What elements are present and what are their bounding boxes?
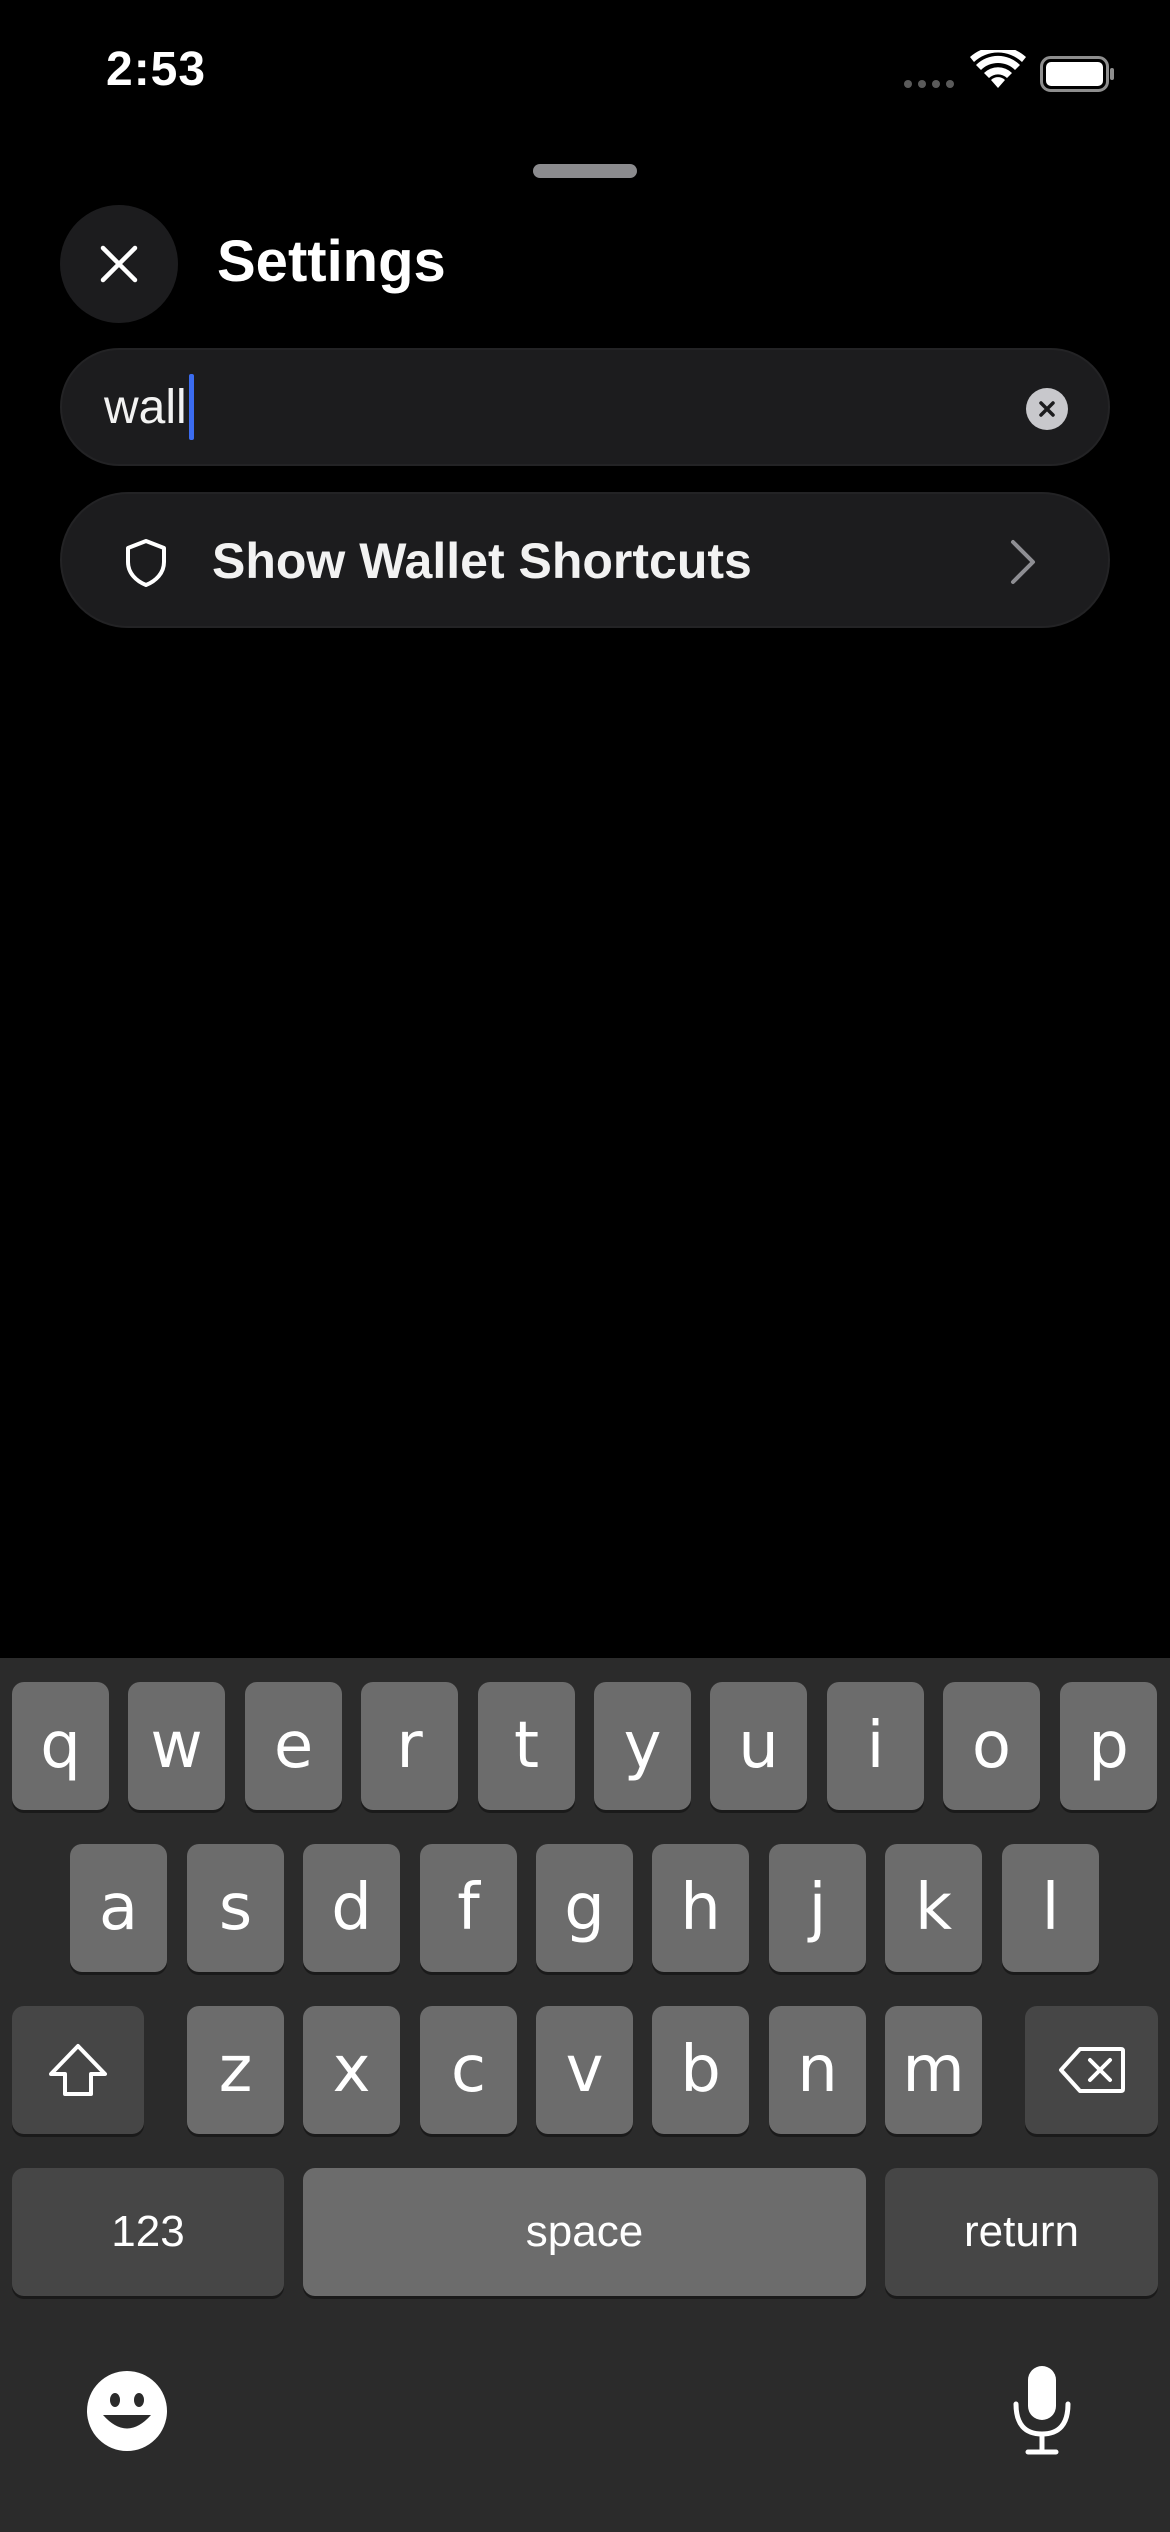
battery-icon bbox=[1040, 56, 1114, 92]
search-result-label: Show Wallet Shortcuts bbox=[212, 533, 752, 589]
key-b[interactable]: b bbox=[652, 2006, 749, 2134]
close-icon bbox=[100, 245, 138, 283]
key-a[interactable]: a bbox=[70, 1844, 167, 1972]
key-h[interactable]: h bbox=[652, 1844, 749, 1972]
space-key[interactable]: space bbox=[303, 2168, 866, 2296]
key-i[interactable]: i bbox=[827, 1682, 924, 1810]
close-button[interactable] bbox=[60, 205, 178, 323]
shield-icon bbox=[126, 539, 166, 587]
key-v[interactable]: v bbox=[536, 2006, 633, 2134]
key-p[interactable]: p bbox=[1060, 1682, 1157, 1810]
key-l[interactable]: l bbox=[1002, 1844, 1099, 1972]
numbers-key[interactable]: 123 bbox=[12, 2168, 284, 2296]
key-j[interactable]: j bbox=[769, 1844, 866, 1972]
key-q[interactable]: q bbox=[12, 1682, 109, 1810]
key-u[interactable]: u bbox=[710, 1682, 807, 1810]
key-o[interactable]: o bbox=[943, 1682, 1040, 1810]
wifi-icon bbox=[970, 50, 1026, 88]
key-f[interactable]: f bbox=[420, 1844, 517, 1972]
shift-key[interactable] bbox=[12, 2006, 144, 2134]
keyboard: q w e r t y u i o p a s d f g h j k l z … bbox=[0, 1658, 1170, 2532]
search-field[interactable]: wall bbox=[60, 348, 1110, 466]
shift-icon bbox=[49, 2044, 107, 2096]
status-bar: 2:53 bbox=[0, 0, 1170, 140]
status-time: 2:53 bbox=[106, 43, 207, 96]
key-s[interactable]: s bbox=[187, 1844, 284, 1972]
search-input-value: wall bbox=[104, 380, 187, 434]
key-e[interactable]: e bbox=[245, 1682, 342, 1810]
settings-search-screen: 2:53 Settings wall Show Wallet Shortcuts… bbox=[0, 0, 1170, 2532]
search-input[interactable]: wall bbox=[104, 374, 194, 440]
return-key[interactable]: return bbox=[885, 2168, 1158, 2296]
text-caret bbox=[188, 374, 194, 440]
delete-backspace-icon bbox=[1058, 2047, 1125, 2093]
key-d[interactable]: d bbox=[303, 1844, 400, 1972]
clear-circle-icon bbox=[1039, 401, 1055, 417]
key-w[interactable]: w bbox=[128, 1682, 225, 1810]
key-c[interactable]: c bbox=[420, 2006, 517, 2134]
cellular-signal-icon bbox=[904, 80, 954, 88]
delete-key[interactable] bbox=[1025, 2006, 1158, 2134]
clear-search-button[interactable] bbox=[1026, 388, 1068, 430]
key-y[interactable]: y bbox=[594, 1682, 691, 1810]
key-r[interactable]: r bbox=[361, 1682, 458, 1810]
key-g[interactable]: g bbox=[536, 1844, 633, 1972]
key-t[interactable]: t bbox=[478, 1682, 575, 1810]
search-result-show-wallet-shortcuts[interactable]: Show Wallet Shortcuts bbox=[60, 492, 1110, 628]
emoji-icon[interactable] bbox=[86, 2370, 168, 2452]
key-x[interactable]: x bbox=[303, 2006, 400, 2134]
page-title: Settings bbox=[217, 229, 446, 294]
sheet-grabber[interactable] bbox=[533, 164, 637, 178]
chevron-right-icon bbox=[1011, 540, 1035, 584]
key-z[interactable]: z bbox=[187, 2006, 284, 2134]
key-n[interactable]: n bbox=[769, 2006, 866, 2134]
microphone-icon[interactable] bbox=[1010, 2364, 1074, 2456]
key-k[interactable]: k bbox=[885, 1844, 982, 1972]
key-m[interactable]: m bbox=[885, 2006, 982, 2134]
